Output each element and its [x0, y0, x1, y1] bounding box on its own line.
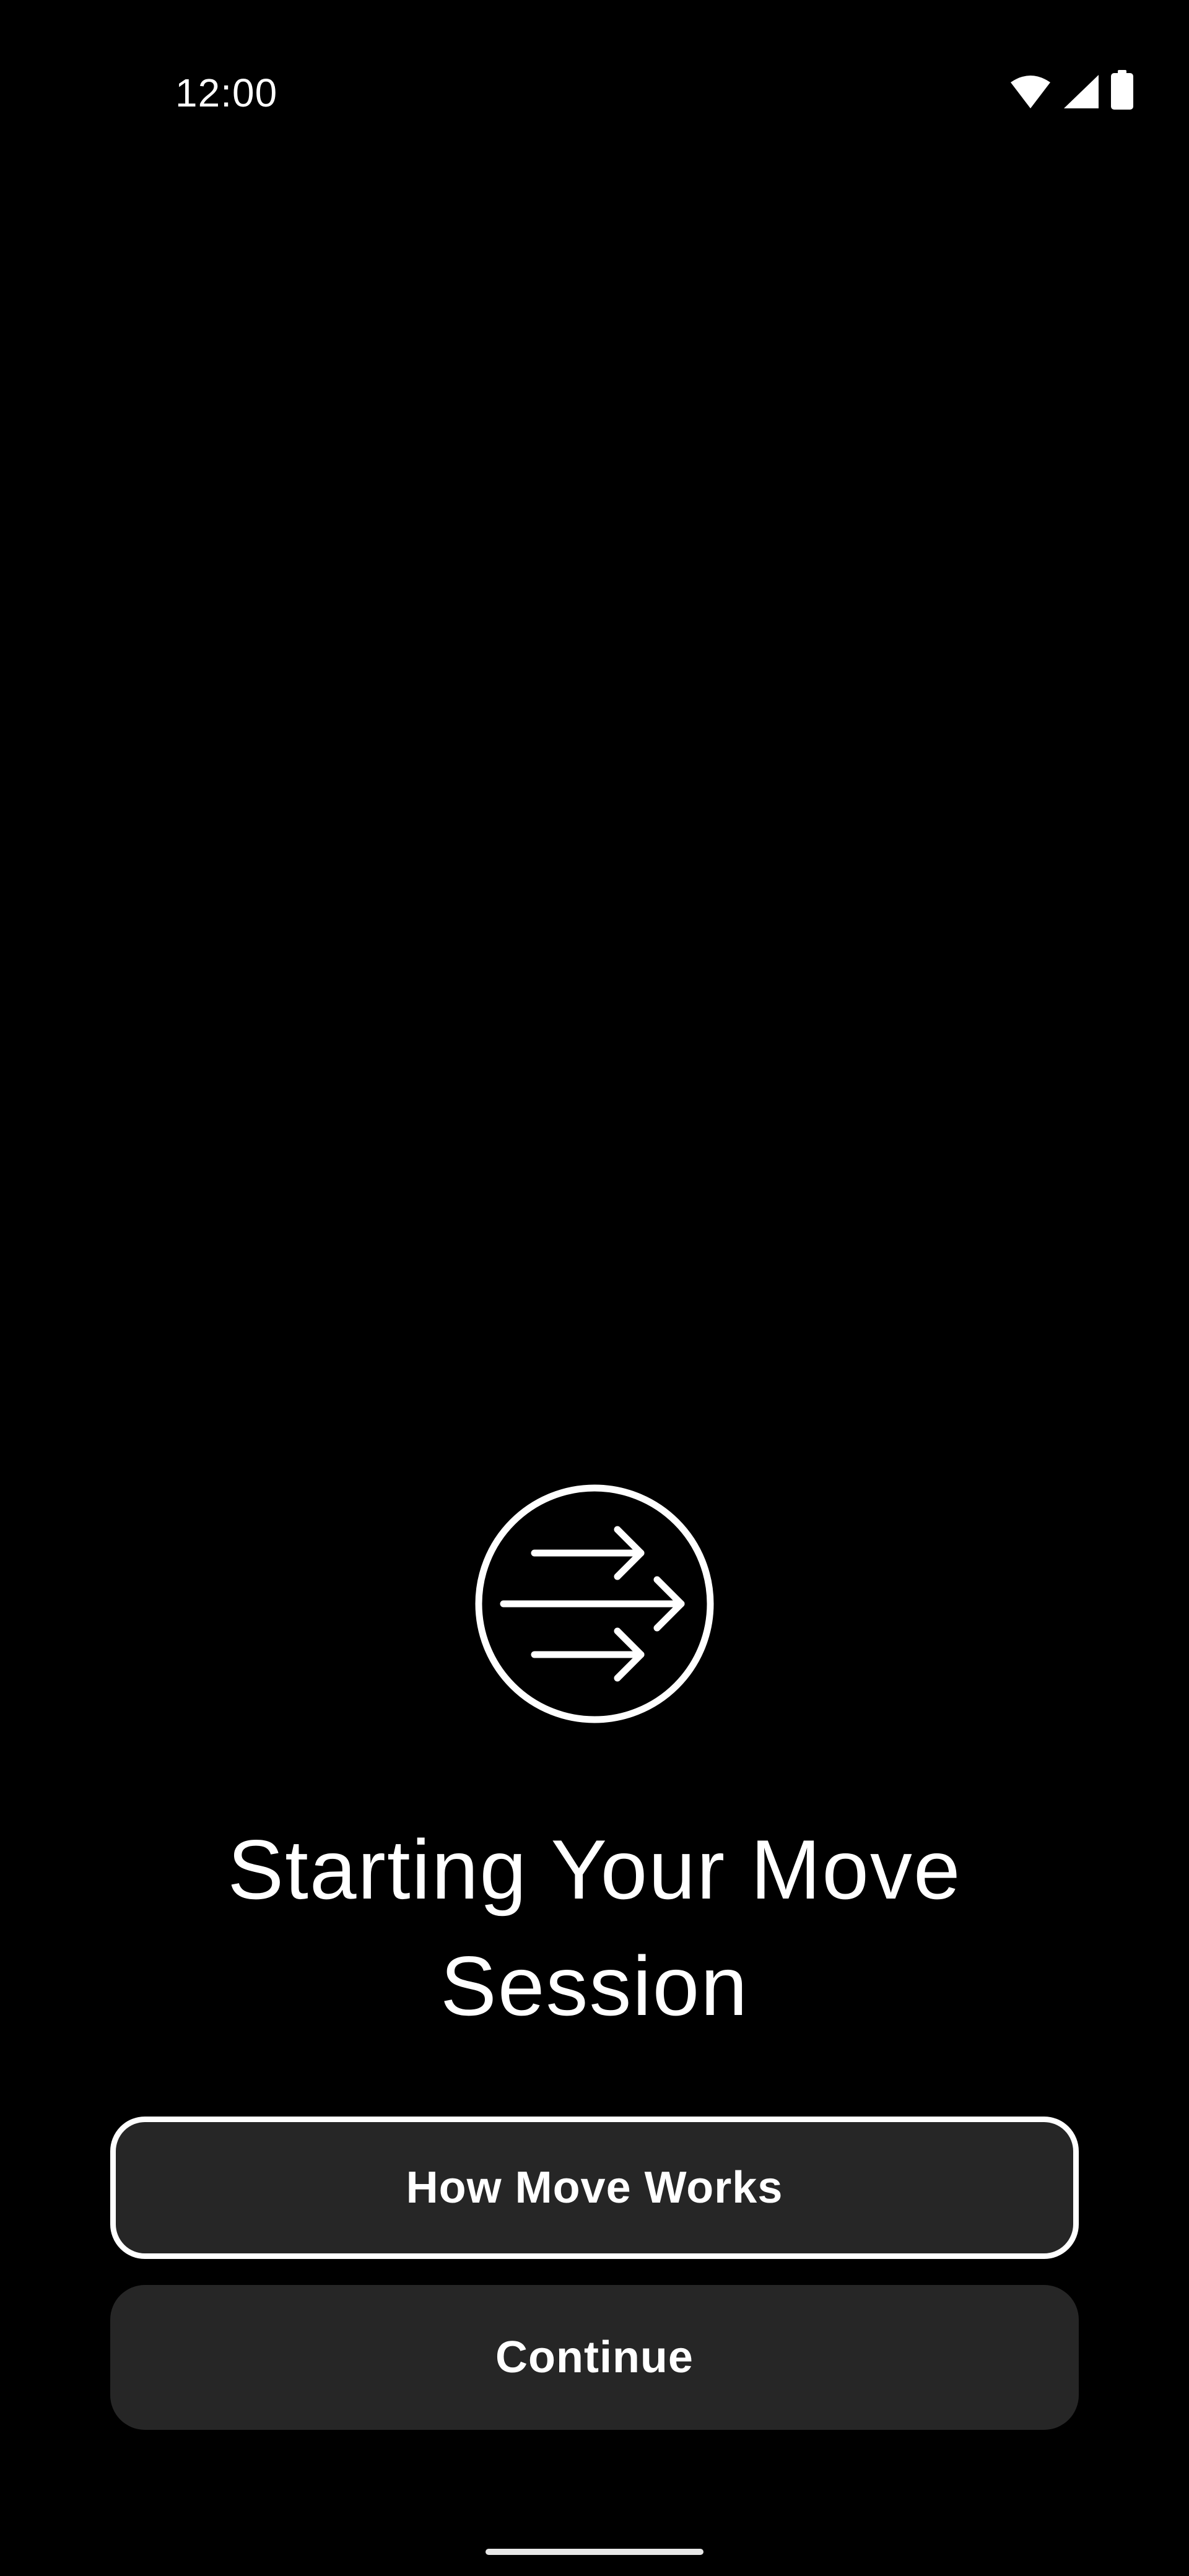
how-move-works-button[interactable]: How Move Works [110, 2117, 1079, 2259]
grid-lines-graphic [313, 780, 876, 1322]
arrows-in-circle-icon [474, 1483, 715, 1725]
continue-button[interactable]: Continue [110, 2285, 1079, 2430]
home-indicator[interactable] [486, 2549, 703, 2555]
page-title: Starting Your Move Session [227, 1822, 962, 2033]
